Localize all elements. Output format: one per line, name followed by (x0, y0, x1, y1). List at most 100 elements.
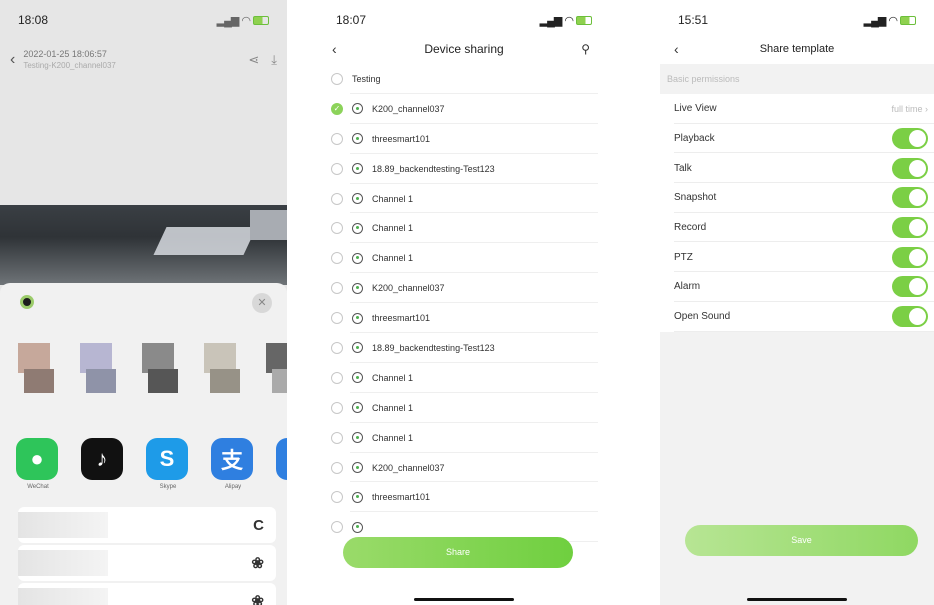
section-header: Basic permissions (660, 64, 934, 94)
skype-icon: S (146, 438, 188, 480)
status-icons: ▂▄▆ ◠ (864, 14, 916, 27)
permission-row: Playback (660, 124, 934, 154)
radio-icon[interactable] (331, 401, 343, 414)
share-icon[interactable]: ⋖ (248, 52, 259, 68)
permission-toggle[interactable] (892, 187, 928, 209)
device-name: threesmart101 (372, 492, 431, 503)
radio-icon[interactable] (331, 282, 343, 295)
action-rows: C ❀ ❀ (18, 507, 276, 605)
back-icon[interactable]: ‹ (674, 41, 679, 57)
camera-icon (352, 372, 363, 384)
device-row[interactable]: threesmart101 (318, 482, 610, 513)
device-row[interactable]: Channel 1 (318, 363, 610, 393)
radio-checked-icon[interactable]: ✓ (331, 102, 343, 115)
copy-icon: C (253, 516, 264, 534)
permission-toggle[interactable] (892, 306, 928, 328)
radio-icon[interactable] (331, 132, 343, 145)
add-user-icon[interactable]: ⚲ (581, 42, 590, 56)
status-time: 15:51 (678, 13, 709, 27)
device-row[interactable]: Channel 1 (318, 213, 610, 244)
device-row[interactable]: Channel 1 (318, 393, 610, 423)
ceiling-light (250, 210, 287, 240)
app-label: WeChat (27, 484, 49, 490)
back-icon[interactable]: ‹ (10, 51, 15, 69)
device-row[interactable]: ✓ K200_channel037 (318, 94, 610, 124)
radio-icon[interactable] (331, 72, 343, 85)
device-row[interactable]: threesmart101 (318, 124, 610, 154)
back-icon[interactable]: ‹ (332, 41, 337, 57)
app-item[interactable] (276, 438, 287, 490)
radio-icon[interactable] (331, 312, 343, 325)
radio-icon[interactable] (331, 431, 343, 444)
device-row[interactable]: K200_channel037 (318, 273, 610, 304)
wechat-icon: ● (16, 438, 58, 480)
app-item[interactable]: S Skype (146, 438, 190, 490)
contact-avatar[interactable] (76, 343, 122, 395)
device-name: threesmart101 (372, 313, 431, 324)
device-name: 18.89_backendtesting-Test123 (372, 163, 495, 174)
live-view-row[interactable]: Live View full time › (660, 94, 934, 124)
permission-toggle[interactable] (892, 217, 928, 239)
radio-icon[interactable] (331, 192, 343, 205)
radio-icon[interactable] (331, 162, 343, 175)
device-row[interactable]: Channel 1 (318, 423, 610, 453)
permission-toggle[interactable] (892, 246, 928, 268)
home-indicator (747, 598, 847, 601)
status-bar: 18:08 ▂▄▆ ◠ (0, 0, 287, 40)
device-row[interactable]: 18.89_backendtesting-Test123 (318, 154, 610, 184)
device-row[interactable]: Testing (318, 64, 610, 94)
contact-avatar[interactable] (262, 343, 287, 395)
camera-icon (352, 222, 363, 234)
device-name: Channel 1 (372, 372, 414, 383)
share-button[interactable]: Share (343, 537, 573, 568)
device-row[interactable]: 18.89_backendtesting-Test123 (318, 333, 610, 363)
radio-icon[interactable] (331, 341, 343, 354)
battery-icon (576, 15, 592, 25)
playback-header: ‹ 2022-01-25 18:06:57 Testing-K200_chann… (0, 40, 287, 80)
contact-avatar[interactable] (138, 343, 184, 395)
contacts-row (14, 343, 287, 395)
permission-row: Record (660, 213, 934, 243)
radio-icon[interactable] (331, 521, 343, 534)
device-row[interactable]: Channel 1 (318, 243, 610, 274)
device-name: threesmart101 (372, 133, 431, 144)
permission-toggle[interactable] (892, 157, 928, 179)
share-action-row[interactable]: ❀ (18, 545, 276, 581)
share-action-row[interactable]: C (18, 507, 276, 543)
app-item[interactable]: ● WeChat (16, 438, 60, 490)
permission-toggle[interactable] (892, 276, 928, 298)
device-sharing-screen: 18:07 ▂▄▆ ◠ ‹ Device sharing ⚲ Testing ✓ K2… (318, 0, 610, 605)
radio-icon[interactable] (331, 371, 343, 384)
app-label: Alipay (224, 484, 242, 490)
device-name: Channel 1 (372, 253, 414, 264)
share-circle-icon: ❀ (251, 555, 264, 572)
download-icon[interactable]: ⤓ (271, 52, 277, 68)
device-row[interactable]: K200_channel037 (318, 453, 610, 483)
radio-icon[interactable] (331, 491, 343, 504)
camera-icon (352, 402, 363, 414)
app-row: ● WeChat ♪ S Skype 支 Alipay (16, 438, 287, 490)
app-item[interactable]: ♪ (81, 438, 125, 490)
camera-icon (352, 163, 363, 175)
ceiling-light (153, 227, 257, 255)
share-action-row[interactable]: ❀ (18, 583, 276, 605)
status-icons: ▂▄▆ ◠ (217, 14, 269, 27)
device-row[interactable]: Channel 1 (318, 184, 610, 214)
share-template-screen: 15:51 ▂▄▆ ◠ ‹ Share template Basic permis… (660, 0, 934, 605)
radio-icon[interactable] (331, 461, 343, 474)
contact-avatar[interactable] (200, 343, 246, 395)
radio-icon[interactable] (331, 222, 343, 235)
wifi-icon: ◠ (564, 14, 574, 27)
status-time: 18:08 (18, 13, 49, 27)
permission-toggle[interactable] (892, 128, 928, 150)
device-row[interactable]: threesmart101 (318, 303, 610, 333)
contact-avatar[interactable] (14, 343, 60, 395)
app-item[interactable]: 支 Alipay (211, 438, 255, 490)
permission-row: Open Sound (660, 302, 934, 332)
close-icon[interactable]: ✕ (252, 293, 272, 313)
radio-icon[interactable] (331, 252, 343, 265)
save-button[interactable]: Save (685, 525, 918, 556)
nav-header: ‹ Share template (660, 34, 934, 64)
playback-device: Testing-K200_channel037 (23, 61, 116, 70)
device-name: K200_channel037 (372, 283, 445, 294)
